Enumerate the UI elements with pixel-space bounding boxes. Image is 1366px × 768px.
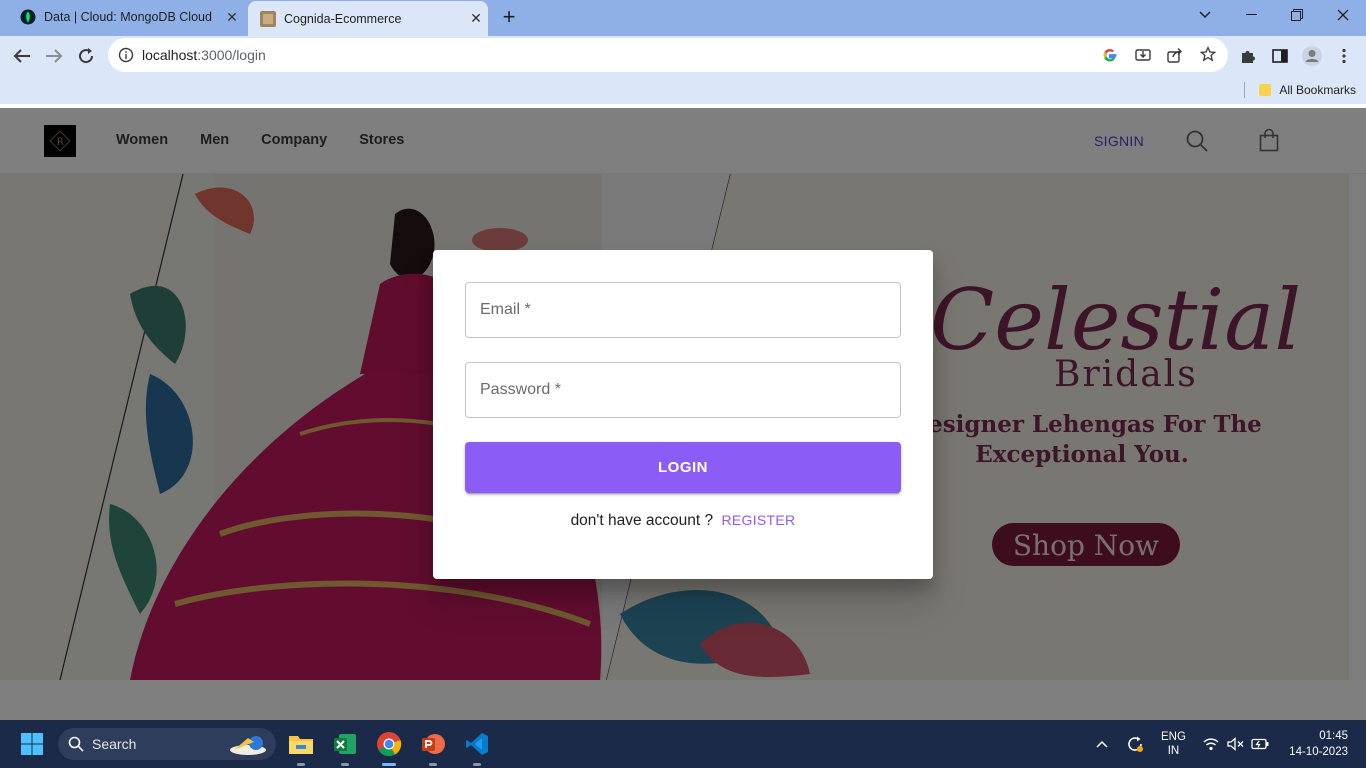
login-button[interactable]: LOGIN — [465, 442, 901, 493]
install-app-icon[interactable] — [1135, 47, 1151, 68]
wifi-icon[interactable] — [1203, 720, 1219, 768]
all-bookmarks-button[interactable]: All Bookmarks — [1244, 82, 1356, 98]
browser-toolbar: localhost:3000/login — [0, 36, 1366, 76]
bookmark-star-icon[interactable] — [1199, 45, 1217, 67]
forward-arrow-icon[interactable] — [42, 44, 66, 68]
tab-title: Data | Cloud: MongoDB Cloud — [44, 10, 212, 24]
search-icon — [68, 736, 84, 752]
site-info-icon[interactable] — [118, 47, 134, 63]
taskbar-search-label: Search — [92, 736, 137, 752]
login-modal: Email * Password * LOGIN don't have acco… — [433, 250, 933, 579]
language-indicator[interactable]: ENG IN — [1161, 720, 1186, 768]
register-prompt: don't have account ? REGISTER — [433, 512, 933, 530]
windows-taskbar: Search ENG IN 01:45 14-10-2023 — [0, 720, 1366, 768]
side-panel-icon[interactable] — [1268, 44, 1292, 68]
extensions-puzzle-icon[interactable] — [1236, 44, 1260, 68]
tab-title: Cognida-Ecommerce — [284, 11, 402, 26]
chrome-menu-icon[interactable] — [1332, 44, 1356, 68]
password-field[interactable]: Password * — [465, 362, 901, 418]
volume-muted-icon[interactable] — [1227, 720, 1245, 768]
url-host: localhost — [142, 47, 198, 63]
running-indicator — [341, 763, 349, 766]
back-arrow-icon[interactable] — [10, 44, 34, 68]
powerpoint-icon[interactable] — [417, 728, 449, 766]
restore-icon[interactable] — [1274, 0, 1320, 30]
clock[interactable]: 01:45 14-10-2023 — [1280, 720, 1348, 768]
profile-avatar[interactable] — [1300, 44, 1324, 68]
web-page: R Women Men Company Stores SIGNIN — [0, 108, 1366, 720]
tab-search-chevron-icon[interactable] — [1182, 0, 1228, 30]
running-indicator — [297, 763, 305, 766]
tray-overflow-chevron-icon[interactable] — [1096, 720, 1108, 768]
all-bookmarks-label: All Bookmarks — [1279, 83, 1356, 97]
clock-time: 01:45 — [1319, 730, 1348, 742]
file-explorer-icon[interactable] — [285, 728, 317, 766]
running-indicator — [429, 763, 437, 766]
share-icon[interactable] — [1167, 47, 1183, 68]
tab-close-icon[interactable]: ✕ — [220, 9, 244, 26]
bookmarks-separator — [1244, 82, 1246, 98]
active-indicator — [382, 763, 396, 766]
search-highlight-icon — [228, 732, 268, 759]
email-placeholder: Email * — [480, 301, 531, 318]
excel-icon[interactable] — [329, 728, 361, 766]
windows-start-icon[interactable] — [16, 728, 48, 760]
tab-close-icon[interactable]: ✕ — [464, 10, 488, 27]
battery-icon[interactable] — [1251, 720, 1269, 768]
tab-strip: Data | Cloud: MongoDB Cloud ✕ Cognida-Ec… — [0, 0, 1366, 36]
email-field[interactable]: Email * — [465, 282, 901, 338]
running-indicator — [473, 763, 481, 766]
folder-icon — [1259, 84, 1272, 96]
mongodb-leaf-icon — [20, 9, 36, 25]
site-favicon-icon — [260, 10, 276, 27]
clock-date: 14-10-2023 — [1289, 746, 1348, 758]
region-code: IN — [1167, 745, 1180, 757]
taskbar-search-box[interactable]: Search — [58, 728, 276, 760]
minimize-icon[interactable] — [1228, 0, 1274, 30]
google-g-icon[interactable] — [1102, 47, 1118, 68]
register-link[interactable]: REGISTER — [721, 512, 795, 528]
no-account-text: don't have account ? — [570, 512, 714, 529]
browser-window: Data | Cloud: MongoDB Cloud ✕ Cognida-Ec… — [0, 0, 1366, 768]
chrome-icon[interactable] — [373, 728, 405, 766]
vscode-icon[interactable] — [461, 728, 493, 766]
new-tab-plus-icon[interactable]: + — [496, 5, 522, 31]
address-bar[interactable]: localhost:3000/login — [108, 38, 1228, 72]
reload-icon[interactable] — [74, 44, 98, 68]
url-path: :3000/login — [197, 47, 266, 63]
language-code: ENG — [1161, 731, 1186, 743]
sync-icon[interactable] — [1126, 720, 1144, 768]
tab-mongodb[interactable]: Data | Cloud: MongoDB Cloud ✕ — [8, 0, 244, 34]
bookmarks-bar: All Bookmarks — [0, 76, 1366, 104]
url-text: localhost:3000/login — [142, 47, 266, 63]
close-window-icon[interactable] — [1320, 0, 1366, 30]
password-placeholder: Password * — [480, 381, 561, 398]
tab-cognida[interactable]: Cognida-Ecommerce ✕ — [248, 1, 488, 36]
